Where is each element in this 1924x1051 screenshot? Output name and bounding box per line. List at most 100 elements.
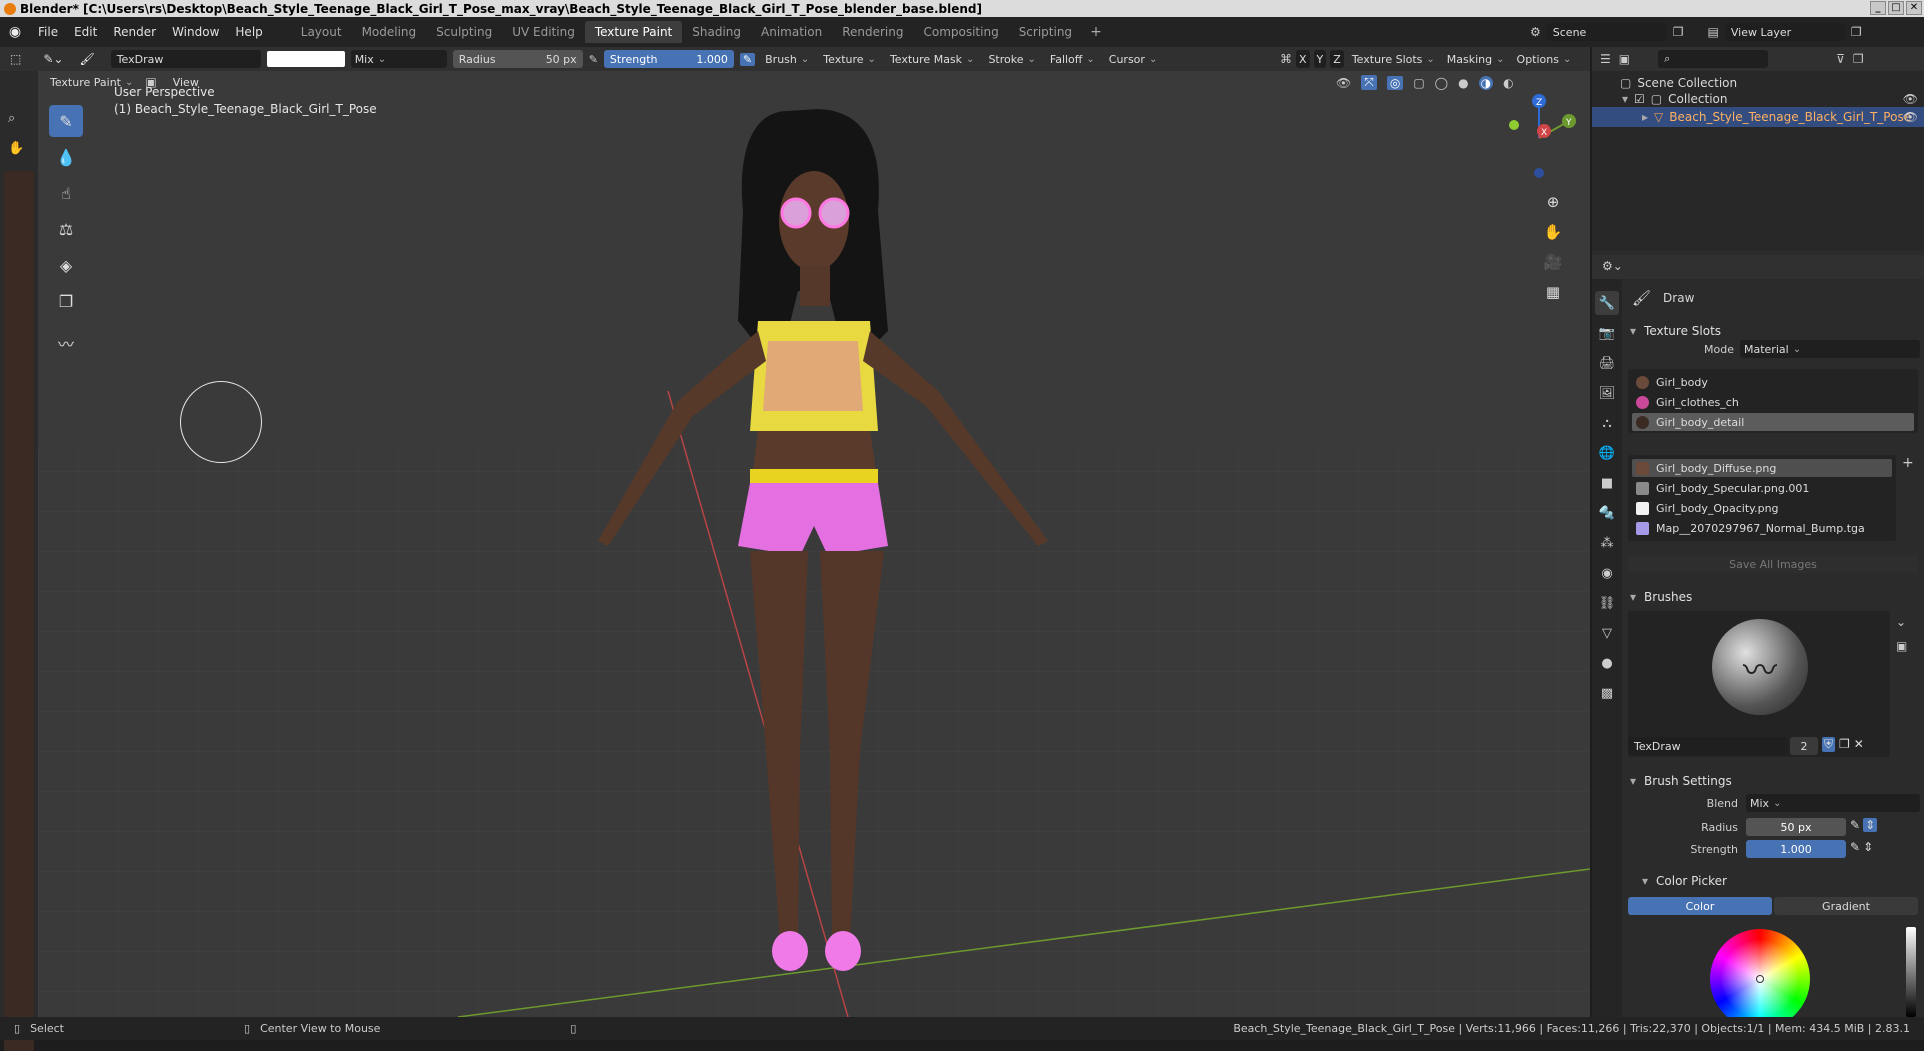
tab-scene-icon[interactable]: ⛬ [1595, 411, 1619, 435]
soften-tool-icon[interactable]: 💧 [49, 141, 83, 173]
strength-pressure-icon[interactable]: ✎ [739, 52, 756, 66]
tab-scripting[interactable]: Scripting [1009, 21, 1082, 43]
brush-settings-panel-title[interactable]: Brush Settings [1624, 769, 1924, 793]
mode-dropdown[interactable]: Texture Paint [46, 76, 137, 89]
navigation-gizmo[interactable]: Z Y X [1494, 93, 1584, 183]
image-slot-item[interactable]: Map__2070297967_Normal_Bump.tga [1632, 519, 1892, 537]
view-menu[interactable]: View [165, 76, 207, 89]
tab-tool-icon[interactable]: 🔧 [1595, 291, 1619, 315]
menu-edit[interactable]: Edit [66, 25, 105, 39]
tab-gradient[interactable]: Gradient [1774, 897, 1918, 915]
tab-material-icon[interactable]: ● [1595, 651, 1619, 675]
tab-particles-icon[interactable]: ⁂ [1595, 531, 1619, 555]
brush-strength-field[interactable]: 1.000 [1746, 840, 1846, 858]
camera-view-icon[interactable]: 🎥 [1540, 249, 1566, 275]
ortho-toggle-icon[interactable]: ▦ [1540, 279, 1566, 305]
xray-icon[interactable]: ▢ [1413, 76, 1424, 90]
radius-field[interactable]: Radius 50 px [452, 50, 583, 68]
tab-sculpting[interactable]: Sculpting [426, 21, 502, 43]
brush-list-dropdown-icon[interactable]: ⌄ [1896, 615, 1906, 629]
wireframe-shading-icon[interactable]: ◯ [1435, 76, 1448, 90]
mirror-x-toggle[interactable]: X [1296, 50, 1310, 68]
brush-name-field[interactable]: TexDraw [110, 50, 261, 68]
brush-thumbnail[interactable]: 〰 [1712, 619, 1808, 715]
tab-color[interactable]: Color [1628, 897, 1772, 915]
color-wheel[interactable] [1710, 929, 1810, 1017]
brush-blend-dropdown[interactable]: Mix [1746, 794, 1920, 812]
brush-icon[interactable]: 🖌 [79, 52, 94, 66]
menu-render[interactable]: Render [105, 25, 164, 39]
brush-name-input[interactable]: TexDraw [1628, 737, 1788, 755]
outliner-collection[interactable]: ▾ ☑ ▢ Collection 👁 [1592, 89, 1924, 109]
masking-menu[interactable]: Masking [1443, 53, 1509, 66]
pan-icon[interactable]: ✋ [8, 141, 24, 156]
scene-selector[interactable]: Scene [1546, 23, 1667, 41]
pan-view-icon[interactable]: ✋ [1540, 219, 1566, 245]
save-all-images-button[interactable]: Save All Images [1628, 555, 1918, 573]
maximize-icon[interactable]: □ [1888, 1, 1904, 15]
image-slot-item[interactable]: Girl_body_Specular.png.001 [1632, 479, 1892, 497]
texture-menu[interactable]: Texture [819, 53, 880, 66]
outliner-editor-icon[interactable]: ☰ [1600, 52, 1611, 66]
unlink-brush-icon[interactable]: ✕ [1854, 737, 1864, 752]
brush-radius-field[interactable]: 50 px [1746, 818, 1846, 836]
tab-uv-editing[interactable]: UV Editing [502, 21, 585, 43]
color-wheel-container[interactable] [1710, 929, 1810, 1017]
properties-editor-icon[interactable]: ⚙⌄ [1602, 259, 1623, 273]
radius-pressure-toggle-icon[interactable]: ✎ [1850, 818, 1860, 832]
texture-slots-menu[interactable]: Texture Slots [1348, 53, 1439, 66]
tab-layout[interactable]: Layout [291, 21, 352, 43]
display-mode-icon[interactable]: ▣ [1619, 52, 1630, 66]
image-slot-item-selected[interactable]: Girl_body_Diffuse.png [1632, 459, 1892, 477]
tab-compositing[interactable]: Compositing [913, 21, 1008, 43]
collection-checkbox[interactable]: ☑ [1634, 92, 1645, 106]
solid-shading-icon[interactable]: ● [1458, 76, 1468, 90]
brush-menu[interactable]: Brush [761, 53, 813, 66]
brush-color-swatch[interactable] [266, 51, 345, 67]
tab-rendering[interactable]: Rendering [832, 21, 913, 43]
draw-tool-icon[interactable]: ✎ [49, 105, 83, 137]
strength-field[interactable]: Strength 1.000 [603, 50, 734, 68]
brush-custom-icon[interactable]: ▣ [1896, 639, 1907, 653]
color-picker-panel-title[interactable]: Color Picker [1636, 869, 1916, 893]
tab-object-icon[interactable]: ■ [1595, 471, 1619, 495]
tab-modifiers-icon[interactable]: 🔩 [1595, 501, 1619, 525]
view-layer-icon[interactable]: ▤ [1708, 25, 1719, 39]
outliner-search-input[interactable]: ⌕ [1658, 50, 1769, 68]
fill-tool-icon[interactable]: ◈ [49, 249, 83, 281]
tab-output-icon[interactable]: 🖨 [1595, 351, 1619, 375]
tab-animation[interactable]: Animation [751, 21, 832, 43]
material-slot-item[interactable]: Girl_body [1632, 373, 1914, 391]
overlay-toggle-icon[interactable]: ◎ [1386, 75, 1404, 90]
brush-preview-box[interactable]: 〰 [1628, 611, 1890, 757]
tab-shading[interactable]: Shading [682, 21, 751, 43]
filter-icon[interactable]: ⊽ [1836, 52, 1845, 66]
material-slot-item[interactable]: Girl_clothes_ch [1632, 393, 1914, 411]
add-workspace-icon[interactable]: + [1082, 24, 1110, 40]
scene-icon[interactable]: ⚙ [1530, 25, 1541, 39]
new-scene-icon[interactable]: ❐ [1673, 25, 1684, 39]
tab-data-icon[interactable]: ▽ [1595, 621, 1619, 645]
tab-modeling[interactable]: Modeling [352, 21, 427, 43]
duplicate-brush-icon[interactable]: ❐ [1839, 737, 1850, 752]
texture-mode-dropdown[interactable]: Material [1740, 340, 1920, 358]
mirror-z-toggle[interactable]: Z [1330, 50, 1344, 68]
tab-physics-icon[interactable]: ◉ [1595, 561, 1619, 585]
mask-tool-icon[interactable]: ❐ [49, 285, 83, 317]
brushes-panel-title[interactable]: Brushes [1624, 585, 1924, 609]
material-slots-list[interactable]: Girl_body Girl_clothes_ch Girl_body_deta… [1628, 369, 1918, 433]
3d-viewport[interactable]: User Perspective (1) Beach_Style_Teenage… [38, 71, 1590, 1017]
new-collection-icon[interactable]: ❐ [1853, 52, 1864, 66]
value-slider[interactable] [1906, 927, 1916, 1017]
clone-tool-icon[interactable]: ⚖ [49, 213, 83, 245]
fake-user-shield-icon[interactable]: ⛨ [1822, 737, 1836, 752]
tab-texture-icon[interactable]: ▩ [1595, 681, 1619, 705]
texture-mask-menu[interactable]: Texture Mask [886, 53, 979, 66]
expand-object-icon[interactable]: ▸ [1642, 110, 1648, 124]
rendered-shading-icon[interactable]: ◐ [1503, 76, 1513, 90]
radius-pressure-icon[interactable]: ✎ [589, 53, 598, 66]
annotate-tool-icon[interactable]: 〰 [49, 327, 83, 359]
strength-unit-icon[interactable]: ⇕ [1863, 840, 1873, 854]
tab-constraints-icon[interactable]: ⛓ [1595, 591, 1619, 615]
menu-file[interactable]: File [30, 25, 66, 39]
